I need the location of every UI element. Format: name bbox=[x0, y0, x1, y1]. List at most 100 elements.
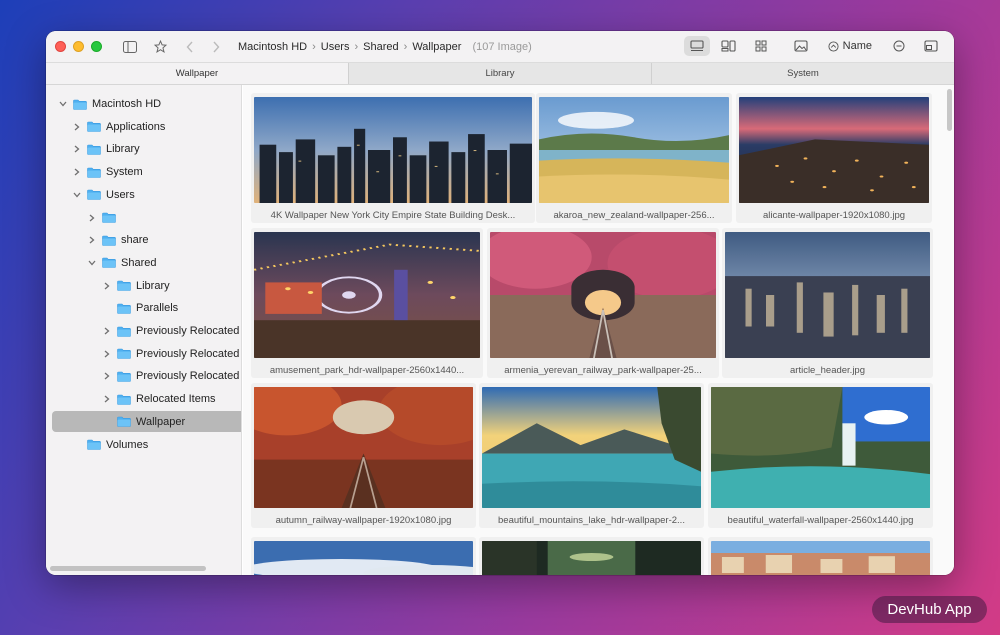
image-thumbnail-card[interactable] bbox=[708, 537, 933, 575]
image-thumbnail-card[interactable]: akaroa_new_zealand-wallpaper-256... bbox=[536, 93, 732, 223]
sidebar-item[interactable]: Shared bbox=[87, 252, 156, 274]
breadcrumb-item[interactable]: Users bbox=[321, 41, 350, 53]
image-filename: alicante-wallpaper-1920x1080.jpg bbox=[762, 210, 906, 221]
sidebar-item-label: System bbox=[106, 166, 143, 179]
chevron-right-icon[interactable] bbox=[72, 123, 82, 131]
image-thumbnail-card[interactable]: armenia_yerevan_railway_park-wallpaper-2… bbox=[487, 228, 719, 378]
folder-icon bbox=[102, 212, 116, 223]
back-chevron-icon[interactable] bbox=[180, 37, 200, 57]
chevron-down-icon[interactable] bbox=[72, 192, 82, 198]
image-filename: armenia_yerevan_railway_park-wallpaper-2… bbox=[504, 365, 702, 376]
favorite-star-icon[interactable] bbox=[150, 37, 170, 57]
sidebar-item[interactable]: share bbox=[87, 229, 149, 251]
minimize-window-button[interactable] bbox=[73, 41, 84, 52]
image-thumbnail-card[interactable]: autumn_railway-wallpaper-1920x1080.jpg bbox=[251, 383, 476, 528]
sidebar-item-label: Library bbox=[106, 143, 140, 156]
breadcrumb-item[interactable]: Macintosh HD bbox=[238, 41, 307, 53]
sidebar-item[interactable]: Previously Relocated It bbox=[102, 343, 241, 365]
close-window-button[interactable] bbox=[55, 41, 66, 52]
image-thumbnail-card[interactable] bbox=[251, 537, 476, 575]
chevron-right-icon[interactable] bbox=[87, 214, 97, 222]
breadcrumb-separator-icon: › bbox=[403, 40, 408, 53]
sidebar-item[interactable]: Volumes bbox=[72, 434, 148, 456]
columns-view-button[interactable] bbox=[716, 36, 742, 56]
sidebar: Macintosh HD Applications Library System Use… bbox=[46, 85, 242, 575]
tab-library[interactable]: Library bbox=[349, 63, 652, 84]
sidebar-item-label: Shared bbox=[121, 256, 157, 269]
sidebar-item[interactable]: Relocated Items bbox=[102, 388, 215, 410]
tab-system[interactable]: System bbox=[652, 63, 954, 84]
zoom-window-button[interactable] bbox=[91, 41, 102, 52]
chevron-right-icon[interactable] bbox=[102, 372, 112, 380]
sidebar-item-label: Parallels bbox=[136, 302, 179, 315]
folder-icon bbox=[87, 144, 101, 155]
sidebar-item[interactable] bbox=[87, 207, 121, 229]
sidebar-item[interactable]: Library bbox=[72, 138, 140, 160]
sidebar-item-label: Relocated Items bbox=[136, 393, 216, 406]
folder-icon bbox=[117, 326, 131, 337]
folder-icon bbox=[117, 371, 131, 382]
gallery-scrollbar[interactable] bbox=[947, 89, 952, 131]
chevron-down-icon[interactable] bbox=[87, 260, 97, 266]
image-thumbnail bbox=[539, 97, 729, 203]
sidebar-item[interactable]: Parallels bbox=[102, 297, 178, 319]
sort-by-button[interactable]: Name bbox=[828, 40, 872, 52]
grid-view-button[interactable] bbox=[748, 36, 774, 56]
folder-icon bbox=[73, 99, 87, 110]
chevron-down-icon[interactable] bbox=[58, 101, 68, 107]
chevron-right-icon[interactable] bbox=[72, 168, 82, 176]
image-thumbnail bbox=[490, 232, 716, 358]
sidebar-item[interactable]: Applications bbox=[72, 116, 165, 138]
image-thumbnail bbox=[482, 387, 701, 508]
image-filename: article_header.jpg bbox=[790, 365, 865, 376]
breadcrumb: Macintosh HD › Users › Shared › Wallpape… bbox=[238, 41, 532, 53]
gallery-view-button[interactable] bbox=[683, 36, 710, 56]
chevron-right-icon[interactable] bbox=[72, 145, 82, 153]
preview-image-icon[interactable] bbox=[788, 36, 814, 56]
chevron-right-icon[interactable] bbox=[102, 327, 112, 335]
image-thumbnail-card[interactable]: article_header.jpg bbox=[722, 228, 933, 378]
image-thumbnail-card[interactable]: 4K Wallpaper New York City Empire State … bbox=[251, 93, 535, 223]
breadcrumb-item[interactable]: Wallpaper bbox=[412, 41, 461, 53]
image-thumbnail-card[interactable]: beautiful_mountains_lake_hdr-wallpaper-2… bbox=[479, 383, 704, 528]
more-options-icon[interactable] bbox=[886, 36, 912, 56]
chevron-right-icon[interactable] bbox=[87, 236, 97, 244]
folder-icon bbox=[117, 348, 131, 359]
sidebar-item[interactable]: Macintosh HD bbox=[58, 93, 161, 115]
sort-by-label: Name bbox=[842, 40, 872, 52]
image-thumbnail bbox=[254, 232, 480, 358]
toolbar-right-controls: Name bbox=[683, 36, 944, 56]
tab-wallpaper[interactable]: Wallpaper bbox=[46, 63, 349, 84]
sidebar-item[interactable]: Library bbox=[102, 275, 170, 297]
image-filename: 4K Wallpaper New York City Empire State … bbox=[270, 210, 516, 221]
image-thumbnail-card[interactable]: amusement_park_hdr-wallpaper-2560x1440..… bbox=[251, 228, 483, 378]
inspector-panel-icon[interactable] bbox=[918, 36, 944, 56]
chevron-right-icon[interactable] bbox=[102, 350, 112, 358]
sidebar-item[interactable]: Previously Relocated It bbox=[102, 365, 241, 387]
chevron-right-icon[interactable] bbox=[102, 282, 112, 290]
breadcrumb-item[interactable]: Shared bbox=[363, 41, 398, 53]
sidebar-item[interactable]: Wallpaper bbox=[102, 411, 185, 433]
sidebar-item[interactable]: Previously Relocated It bbox=[102, 320, 241, 342]
sort-chevron-icon bbox=[828, 40, 839, 52]
folder-icon bbox=[117, 280, 131, 291]
sidebar-item[interactable]: System bbox=[72, 161, 143, 183]
image-thumbnail-card[interactable]: beautiful_waterfall-wallpaper-2560x1440.… bbox=[708, 383, 933, 528]
chevron-right-icon[interactable] bbox=[102, 395, 112, 403]
image-thumbnail bbox=[254, 387, 473, 508]
image-thumbnail-card[interactable] bbox=[479, 537, 704, 575]
folder-icon bbox=[87, 189, 101, 201]
sidebar-item-label: Macintosh HD bbox=[92, 98, 162, 110]
sidebar-item-label: Users bbox=[106, 188, 135, 201]
image-thumbnail-card[interactable]: alicante-wallpaper-1920x1080.jpg bbox=[736, 93, 932, 223]
sidebar-toggle-icon[interactable] bbox=[120, 37, 140, 57]
image-thumbnail bbox=[482, 541, 701, 575]
sidebar-item-label: Wallpaper bbox=[136, 415, 186, 428]
folder-icon bbox=[87, 439, 101, 450]
gallery-view: 4K Wallpaper New York City Empire State … bbox=[243, 85, 954, 575]
sidebar-item[interactable]: Users bbox=[72, 184, 135, 206]
image-thumbnail bbox=[711, 541, 930, 575]
forward-chevron-icon[interactable] bbox=[206, 37, 226, 57]
image-filename: amusement_park_hdr-wallpaper-2560x1440..… bbox=[269, 365, 465, 376]
sidebar-scrollbar[interactable] bbox=[50, 566, 206, 571]
